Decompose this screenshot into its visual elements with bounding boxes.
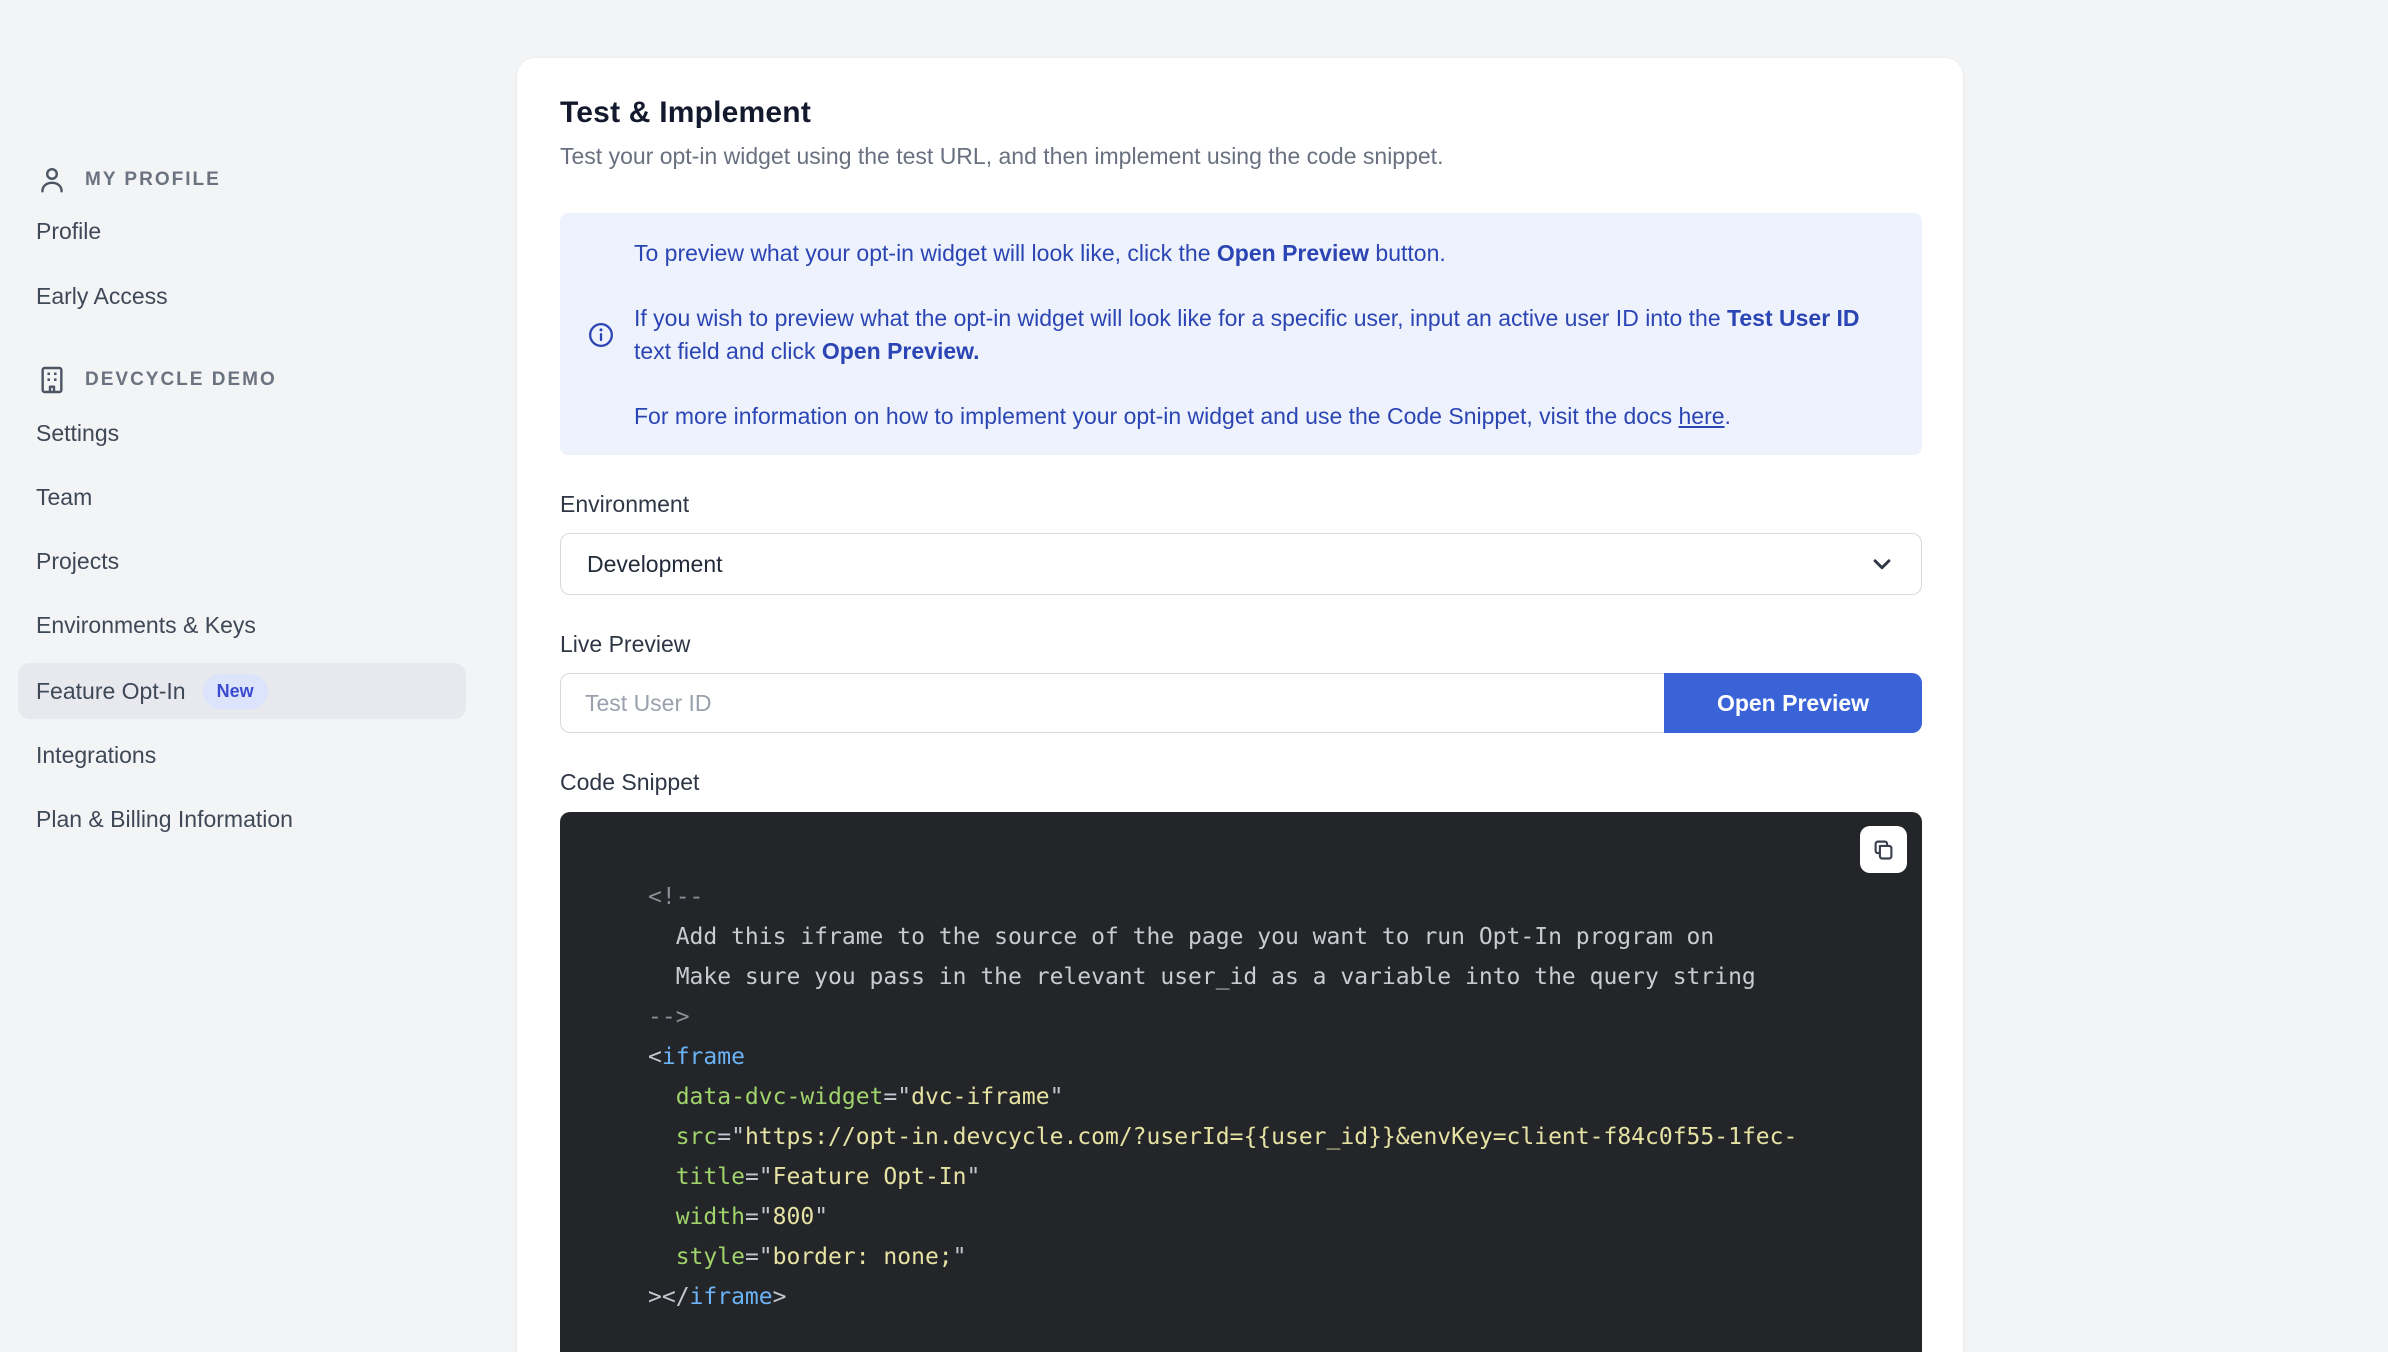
sidebar-item-early-access[interactable]: Early Access xyxy=(18,268,466,324)
info-box: To preview what your opt-in widget will … xyxy=(560,213,1922,455)
sidebar-section-label: MY PROFILE xyxy=(85,169,221,190)
copy-button[interactable] xyxy=(1860,826,1907,873)
code-block: <!-- Add this iframe to the source of th… xyxy=(560,812,1922,1352)
test-user-id-input[interactable] xyxy=(560,673,1664,733)
code-line: --> xyxy=(648,1004,690,1030)
code-line: Add this iframe to the source of the pag… xyxy=(648,924,1715,950)
sidebar-item-team[interactable]: Team xyxy=(18,469,466,525)
info-text-segment: For more information on how to implement… xyxy=(634,403,1679,429)
environment-label: Environment xyxy=(560,491,690,517)
user-icon xyxy=(36,164,68,196)
copy-icon xyxy=(1870,836,1897,863)
docs-here-link[interactable]: here xyxy=(1679,403,1725,429)
info-text-segment: button. xyxy=(1369,240,1446,266)
code-line: src="https://opt-in.devcycle.com/?userId… xyxy=(648,1124,1798,1150)
chevron-down-icon xyxy=(1867,549,1897,579)
sidebar-section-my-profile: MY PROFILE xyxy=(18,158,466,202)
code-line: style="border: none;" xyxy=(648,1244,967,1270)
building-icon xyxy=(36,364,68,396)
live-preview-row: Open Preview xyxy=(560,673,1922,733)
code-line: <iframe xyxy=(648,1044,745,1070)
info-text-segment: . xyxy=(1724,403,1731,429)
sidebar-item-integrations[interactable]: Integrations xyxy=(18,727,466,783)
page-subtitle: Test your opt-in widget using the test U… xyxy=(560,143,1444,169)
code-line: data-dvc-widget="dvc-iframe" xyxy=(648,1084,1064,1110)
info-text-segment: text field and click xyxy=(634,338,822,364)
code-snippet-label: Code Snippet xyxy=(560,769,700,795)
code-line: <!-- xyxy=(648,884,704,910)
code-line: Make sure you pass in the relevant user_… xyxy=(648,964,1756,990)
code-line: width="800" xyxy=(648,1204,829,1230)
info-paragraphs: To preview what your opt-in widget will … xyxy=(634,237,1888,433)
page: { "sidebar": { "header1": "MY PROFILE", … xyxy=(0,0,2388,1352)
code-line: title="Feature Opt-In" xyxy=(648,1164,981,1190)
info-icon xyxy=(588,322,614,348)
open-preview-button[interactable]: Open Preview xyxy=(1664,673,1922,733)
sidebar: MY PROFILE Profile Early Access DEVCYCLE… xyxy=(0,0,500,1352)
sidebar-item-plan-billing[interactable]: Plan & Billing Information xyxy=(18,791,466,847)
sidebar-item-feature-opt-in[interactable]: Feature Opt-In New xyxy=(18,663,466,719)
sidebar-item-profile[interactable]: Profile xyxy=(18,203,466,259)
info-text-segment: Open Preview xyxy=(1216,240,1370,266)
sidebar-section-label: DEVCYCLE DEMO xyxy=(85,369,277,390)
environment-select-value: Development xyxy=(587,550,723,577)
page-title: Test & Implement xyxy=(560,96,812,129)
sidebar-section-devcycle-demo: DEVCYCLE DEMO xyxy=(18,358,466,402)
sidebar-item-environments-keys[interactable]: Environments & Keys xyxy=(18,597,466,653)
sidebar-item-projects[interactable]: Projects xyxy=(18,533,466,589)
code-line: ></iframe> xyxy=(648,1284,787,1310)
info-text-segment: If you wish to preview what the opt-in w… xyxy=(634,305,1728,331)
environment-select[interactable]: Development xyxy=(560,533,1922,595)
info-text-segment: To preview what your opt-in widget will … xyxy=(634,240,1217,266)
info-text-segment: Open Preview. xyxy=(821,338,980,364)
info-text-segment: Test User ID xyxy=(1727,305,1860,331)
sidebar-item-settings[interactable]: Settings xyxy=(18,405,466,461)
live-preview-label: Live Preview xyxy=(560,631,691,657)
main-card: Test & Implement Test your opt-in widget… xyxy=(517,58,1963,1352)
new-badge: New xyxy=(202,673,268,709)
code-content: <!-- Add this iframe to the source of th… xyxy=(560,812,1922,1317)
